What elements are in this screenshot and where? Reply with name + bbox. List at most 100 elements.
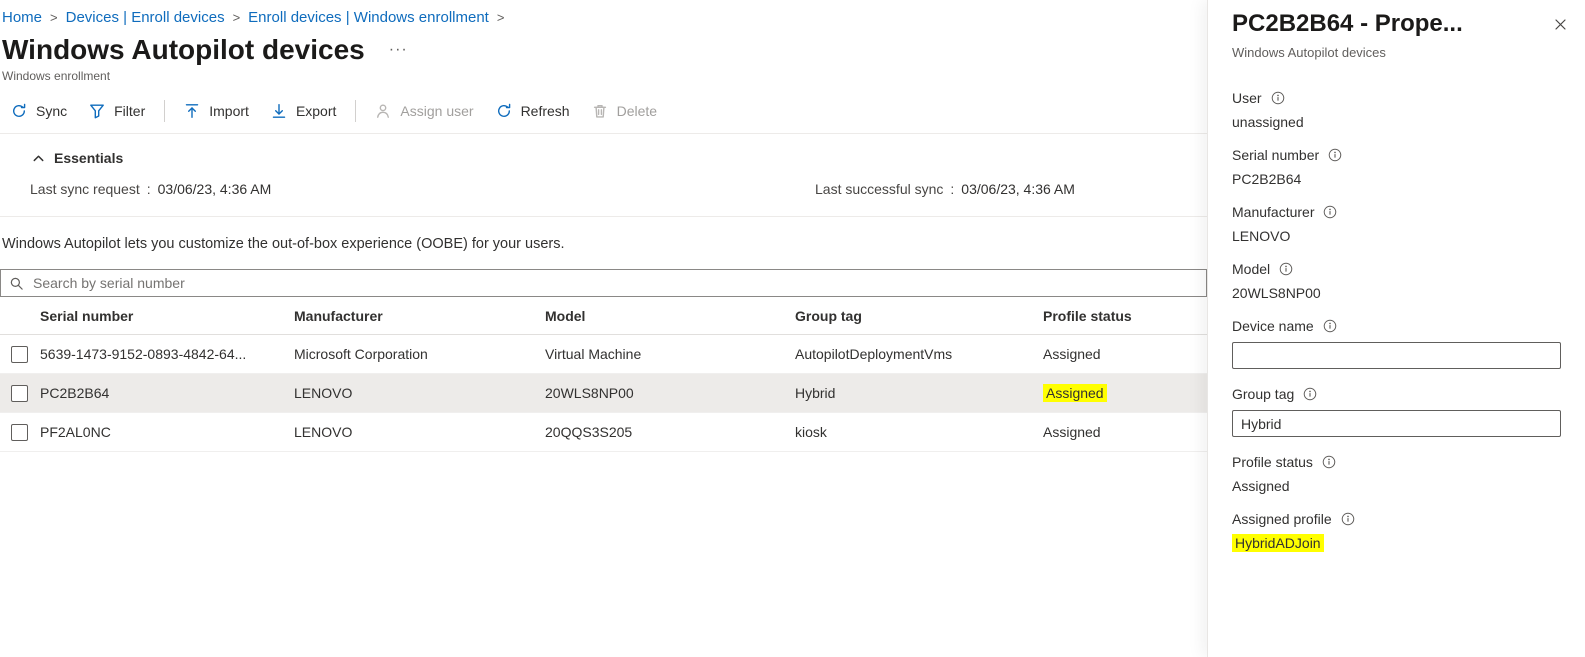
panel-field-serial-number: Serial number PC2B2B64 <box>1232 147 1561 187</box>
field-value-text: 20WLS8NP00 <box>1232 285 1321 301</box>
table-row[interactable]: PF2AL0NC LENOVO 20QQS3S205 kioskAssigned <box>0 412 1207 451</box>
panel-subtitle: Windows Autopilot devices <box>1232 45 1561 60</box>
column-header-group-tag[interactable]: Group tag <box>795 297 1043 334</box>
cell-text: PF2AL0NC <box>40 424 111 440</box>
row-checkbox[interactable] <box>11 346 28 363</box>
table-row[interactable]: PC2B2B64 LENOVO 20WLS8NP00 HybridAssigned <box>0 373 1207 412</box>
refresh-icon <box>496 103 512 119</box>
cell-text: PC2B2B64 <box>40 385 109 401</box>
panel-field-assigned-profile: Assigned profileHybridADJoin <box>1232 511 1561 551</box>
chevron-up-icon <box>32 152 45 165</box>
filter-icon <box>89 103 105 119</box>
info-icon[interactable] <box>1271 91 1285 105</box>
row-checkbox[interactable] <box>11 385 28 402</box>
device-name-input[interactable] <box>1232 342 1561 369</box>
cell-text: LENOVO <box>294 385 352 401</box>
sync-button[interactable]: Sync <box>0 97 78 125</box>
panel-fields: Userunassigned Serial number PC2B2B64 Manuf… <box>1232 90 1561 551</box>
properties-panel: PC2B2B64 - Prope... Windows Autopilot de… <box>1207 0 1585 657</box>
cell-profile-status: Assigned <box>1043 373 1207 412</box>
cell-group-tag: kiosk <box>795 412 1043 451</box>
breadcrumb-separator: > <box>50 10 58 25</box>
info-icon[interactable] <box>1279 262 1293 276</box>
cell-text: 5639-1473-9152-0893-4842-64... <box>40 346 246 362</box>
field-label-text: Device name <box>1232 318 1314 334</box>
column-header-manufacturer[interactable]: Manufacturer <box>294 297 545 334</box>
cell-text: Virtual Machine <box>545 346 641 362</box>
cell-text: 20QQS3S205 <box>545 424 632 440</box>
field-label: Serial number <box>1232 147 1561 163</box>
group-tag-input[interactable] <box>1232 410 1561 437</box>
field-value: HybridADJoin <box>1232 535 1561 551</box>
breadcrumb: Home>Devices | Enroll devices>Enroll dev… <box>0 0 1207 26</box>
field-label: Group tag <box>1232 386 1561 402</box>
essentials-row: Last sync request : 03/06/23, 4:36 AM La… <box>0 181 1207 217</box>
field-value: LENOVO <box>1232 228 1561 244</box>
more-options-button[interactable]: ··· <box>385 41 412 64</box>
filter-button[interactable]: Filter <box>78 97 156 125</box>
field-value-text: LENOVO <box>1232 228 1290 244</box>
info-icon[interactable] <box>1341 512 1355 526</box>
panel-field-model: Model 20WLS8NP00 <box>1232 261 1561 301</box>
panel-field-user: Userunassigned <box>1232 90 1561 130</box>
info-icon[interactable] <box>1303 387 1317 401</box>
cell-text: LENOVO <box>294 424 352 440</box>
essentials-section: Essentials Last sync request : 03/06/23,… <box>0 150 1207 217</box>
panel-field-manufacturer: ManufacturerLENOVO <box>1232 204 1561 244</box>
toolbar-button-label: Sync <box>36 103 67 119</box>
panel-field-device-name: Device name <box>1232 318 1561 369</box>
info-icon[interactable] <box>1323 205 1337 219</box>
field-label-text: Model <box>1232 261 1270 277</box>
last-successful-sync: Last successful sync : 03/06/23, 4:36 AM <box>815 181 1075 197</box>
toolbar-button-label: Assign user <box>400 103 473 119</box>
row-checkbox[interactable] <box>11 424 28 441</box>
cell-text: Assigned <box>1043 384 1107 402</box>
export-button[interactable]: Export <box>260 97 347 125</box>
import-button[interactable]: Import <box>173 97 260 125</box>
field-value: Assigned <box>1232 478 1561 494</box>
devices-table: Serial numberManufacturerModelGroup tagP… <box>0 297 1207 452</box>
cell-group-tag: AutopilotDeploymentVms <box>795 334 1043 373</box>
column-header-profile-status[interactable]: Profile status <box>1043 297 1207 334</box>
close-button[interactable] <box>1551 15 1570 37</box>
column-header-serial-number[interactable]: Serial number <box>40 297 294 334</box>
panel-title: PC2B2B64 - Prope... <box>1232 10 1561 38</box>
breadcrumb-link[interactable]: Enroll devices | Windows enrollment <box>248 9 489 26</box>
cell-profile-status: Assigned <box>1043 334 1207 373</box>
field-value: PC2B2B64 <box>1232 171 1561 187</box>
cell-serial: 5639-1473-9152-0893-4842-64... <box>40 334 294 373</box>
toolbar-button-label: Refresh <box>521 103 570 119</box>
checkbox-cell <box>0 412 40 451</box>
table-row[interactable]: 5639-1473-9152-0893-4842-64... Microsoft … <box>0 334 1207 373</box>
table-body: 5639-1473-9152-0893-4842-64... Microsoft … <box>0 334 1207 451</box>
info-icon[interactable] <box>1322 455 1336 469</box>
toolbar-button-label: Import <box>209 103 249 119</box>
cell-text: 20WLS8NP00 <box>545 385 634 401</box>
cell-model: 20QQS3S205 <box>545 412 795 451</box>
column-header-model[interactable]: Model <box>545 297 795 334</box>
search-input[interactable] <box>31 274 1198 292</box>
main-content: Home>Devices | Enroll devices>Enroll dev… <box>0 0 1207 657</box>
toolbar-divider <box>164 100 165 122</box>
assign-user-icon <box>375 103 391 119</box>
field-label-text: Profile status <box>1232 454 1313 470</box>
field-value: unassigned <box>1232 114 1561 130</box>
toolbar: Sync Filter Import Export Assign user Refresh… <box>0 88 1207 134</box>
essentials-toggle[interactable]: Essentials <box>32 150 123 166</box>
breadcrumb-link[interactable]: Home <box>2 9 42 26</box>
cell-manufacturer: Microsoft Corporation <box>294 334 545 373</box>
search-icon <box>9 276 24 291</box>
cell-serial: PF2AL0NC <box>40 412 294 451</box>
info-icon[interactable] <box>1323 319 1337 333</box>
import-icon <box>184 103 200 119</box>
essentials-label: Essentials <box>54 150 123 166</box>
cell-serial: PC2B2B64 <box>40 373 294 412</box>
cell-manufacturer: LENOVO <box>294 373 545 412</box>
panel-field-group-tag: Group tag <box>1232 386 1561 437</box>
page-subtitle: Windows enrollment <box>0 69 1207 83</box>
cell-profile-status: Assigned <box>1043 412 1207 451</box>
breadcrumb-link[interactable]: Devices | Enroll devices <box>66 9 225 26</box>
refresh-button[interactable]: Refresh <box>485 97 581 125</box>
cell-group-tag: Hybrid <box>795 373 1043 412</box>
info-icon[interactable] <box>1328 148 1342 162</box>
